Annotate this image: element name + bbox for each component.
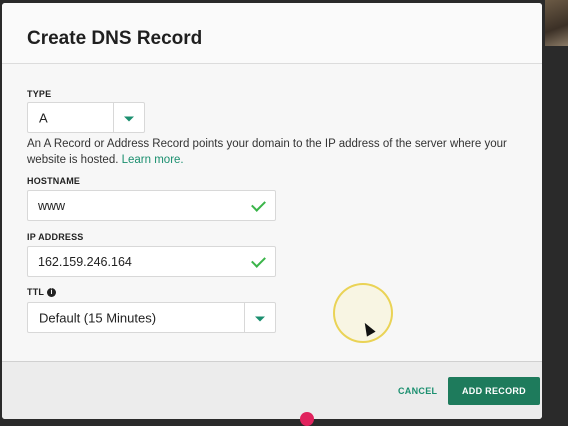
learn-more-link[interactable]: Learn more. — [122, 154, 184, 166]
ttl-label: TTL i — [27, 287, 57, 298]
ttl-select-toggle[interactable] — [244, 303, 275, 332]
info-icon[interactable]: i — [47, 288, 57, 298]
cursor-highlight — [333, 283, 393, 343]
ip-address-value: 162.159.246.164 — [38, 254, 132, 269]
type-select[interactable]: A — [27, 102, 145, 133]
webcam-overlay — [545, 0, 568, 46]
type-select-toggle[interactable] — [113, 103, 144, 132]
ip-address-field[interactable]: 162.159.246.164 — [27, 246, 276, 277]
ttl-select-value: Default (15 Minutes) — [39, 310, 157, 325]
type-label: TYPE — [27, 89, 52, 99]
dialog-title: Create DNS Record — [27, 28, 203, 49]
hostname-label: HOSTNAME — [27, 176, 81, 186]
chevron-down-icon — [124, 116, 134, 121]
record-type-description: An A Record or Address Record points you… — [27, 136, 532, 168]
dialog-footer: CANCEL ADD RECORD — [2, 361, 542, 419]
ttl-label-text: TTL — [27, 287, 45, 297]
type-select-value: A — [39, 110, 48, 125]
ip-address-label: IP ADDRESS — [27, 232, 84, 242]
ttl-select[interactable]: Default (15 Minutes) — [27, 302, 276, 333]
checkmark-icon — [251, 252, 266, 268]
chevron-down-icon — [255, 316, 265, 321]
dialog-header: Create DNS Record — [2, 3, 542, 64]
create-dns-record-dialog: Create DNS Record TYPE A An A Record or … — [2, 3, 542, 419]
checkmark-icon — [251, 196, 266, 212]
hostname-value: www — [38, 198, 66, 213]
record-indicator-icon — [300, 412, 314, 426]
hostname-field[interactable]: www — [27, 190, 276, 221]
record-type-help-text: An A Record or Address Record points you… — [27, 138, 507, 166]
add-record-button[interactable]: ADD RECORD — [448, 377, 540, 405]
cancel-button[interactable]: CANCEL — [398, 386, 437, 396]
